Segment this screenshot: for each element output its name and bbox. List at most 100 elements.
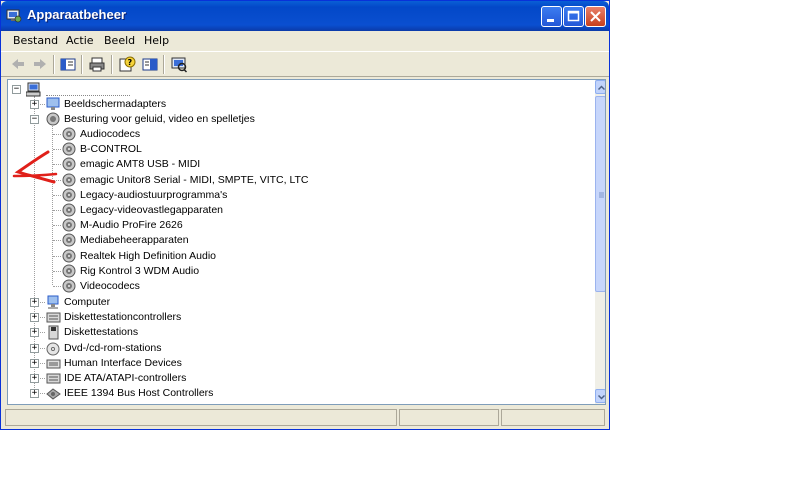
device-label: B-CONTROL [80,143,142,156]
back-arrow-icon[interactable] [9,56,27,73]
properties-icon[interactable] [141,56,159,73]
floppy-controller-icon [46,312,61,323]
toolbar-separator [81,55,83,74]
ieee1394-icon [46,388,61,400]
red-arrow-annotation [12,150,58,184]
collapse-toggle[interactable]: − [12,85,21,94]
device-label: Legacy-videovastlegapparaten [80,204,224,216]
maximize-button[interactable] [563,6,584,27]
device-label: Legacy-audiostuurprogramma's [80,188,228,201]
expand-toggle[interactable]: + [30,343,39,353]
device-label: Mediabeheerapparaten [80,234,189,247]
sound-device-icon [62,233,76,247]
expand-toggle[interactable]: + [30,313,39,323]
sound-device-icon [62,188,76,202]
computer-root-icon [26,82,41,97]
category-sound-video-games[interactable]: − Besturing voor geluid, video en spelle… [30,112,330,127]
expand-toggle[interactable]: + [30,328,39,338]
category-item[interactable]: + Diskettestations [30,325,350,340]
category-item[interactable]: + Diskettestationcontrollers [30,310,350,325]
sound-device-icon [62,279,76,293]
category-item[interactable]: + IDE ATA/ATAPI-controllers [30,371,350,386]
device-item[interactable]: M-Audio ProFire 2626 [62,218,362,233]
title-bar[interactable]: Apparaatbeheer [1,1,609,31]
category-item[interactable]: + Computer [30,295,350,310]
sound-device-icon [62,264,76,278]
root-computer-name [46,82,130,96]
device-item[interactable]: Realtek High Definition Audio [62,249,362,264]
category-item[interactable]: + IEEE 1394 Bus Host Controllers [30,386,350,401]
category-label: Diskettestationcontrollers [64,311,182,324]
grip-icon [599,192,604,198]
vertical-scrollbar[interactable] [595,80,605,404]
tree-connector-line [53,134,61,135]
sound-device-icon [62,218,76,232]
device-item[interactable]: Legacy-videovastlegapparaten [62,203,362,218]
device-item[interactable]: Audiocodecs [62,127,362,142]
menu-bestand[interactable]: Bestand [13,34,58,47]
tree-connector-line [53,286,61,287]
tree-connector-line [53,270,61,272]
toolbar-separator [53,55,55,74]
forward-arrow-icon[interactable] [31,56,49,73]
device-label: Audiocodecs [80,128,141,140]
device-item[interactable]: Legacy-audiostuurprogramma's [62,188,362,203]
device-item[interactable]: emagic Unitor8 Serial - MIDI, SMPTE, VIT… [62,173,362,188]
chevron-up-icon [597,85,605,91]
show-hide-tree-icon[interactable] [59,56,77,73]
expand-toggle[interactable]: + [30,100,39,109]
scroll-up-button[interactable] [595,80,605,94]
menu-beeld[interactable]: Beeld [104,34,135,47]
device-item[interactable]: Videocodecs [62,279,362,294]
device-item[interactable]: Mediabeheerapparaten [62,233,362,248]
status-cell [399,409,499,426]
category-label: Besturing voor geluid, video en spelletj… [64,113,255,125]
properties-help-icon[interactable]: ? [118,56,136,73]
device-manager-icon [6,9,22,23]
menu-actie[interactable]: Actie [66,34,94,47]
device-item[interactable]: emagic AMT8 USB - MIDI [62,157,362,172]
tree-connector-line [53,240,61,242]
device-tree[interactable]: − + Beeldschermadapters − Besturing voor… [7,79,606,405]
category-item[interactable]: + Dvd-/cd-rom-stations [30,341,350,356]
scroll-down-button[interactable] [595,389,605,403]
category-label: Human Interface Devices [64,356,182,369]
hid-icon [46,359,61,369]
category-label: Beeldschermadapters [64,98,167,110]
toolbar-separator [111,55,113,74]
expand-toggle[interactable]: + [30,358,39,368]
sound-device-icon [62,173,76,187]
sound-device-icon [62,249,76,263]
expand-toggle[interactable]: + [30,389,39,399]
toolbar: ? [1,51,609,77]
collapse-toggle[interactable]: − [30,115,39,124]
expand-toggle[interactable]: + [30,298,39,307]
device-item[interactable]: Rig Kontrol 3 WDM Audio [62,264,362,279]
scroll-thumb[interactable] [595,96,605,292]
chevron-down-icon [597,394,605,400]
close-button[interactable] [585,6,606,27]
tree-connector-line [53,255,61,257]
category-item[interactable]: + Human Interface Devices [30,356,350,371]
sound-device-icon [62,157,76,171]
print-icon[interactable] [88,56,106,73]
device-item[interactable]: B-CONTROL [62,142,362,157]
device-label: Rig Kontrol 3 WDM Audio [80,264,200,277]
ide-controller-icon [46,373,61,384]
device-label: Realtek High Definition Audio [80,249,216,262]
window-title: Apparaatbeheer [27,7,126,22]
minimize-icon [547,19,554,22]
minimize-button[interactable] [541,6,562,27]
menu-bar: Bestand Actie Beeld Help [1,31,609,51]
status-cell [5,409,397,426]
menu-help[interactable]: Help [144,34,169,47]
status-bar [1,407,609,429]
tree-root[interactable]: − [12,82,212,97]
device-manager-window: Apparaatbeheer Bestand Actie Beeld Help … [0,0,610,430]
maximize-icon [567,10,580,22]
scan-hardware-icon[interactable] [170,56,188,73]
expand-toggle[interactable]: + [30,374,39,383]
tree-connector-line [53,225,61,227]
sound-device-icon [62,203,76,217]
category-display-adapters[interactable]: + Beeldschermadapters [30,97,330,112]
